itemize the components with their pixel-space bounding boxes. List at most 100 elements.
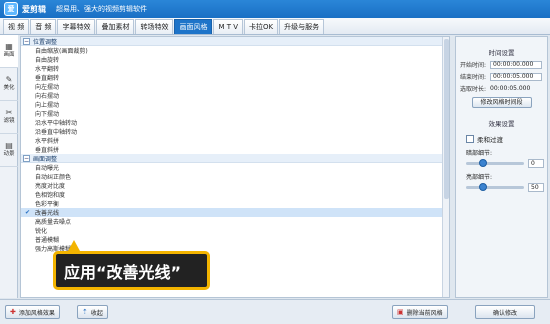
confirm-modify-button[interactable]: 确认修改 (475, 305, 535, 319)
end-time-label: 结束时间: (460, 74, 487, 81)
delete-style-label: 删除当前风格 (406, 309, 443, 317)
style-list-item-label: 色相饱和度 (35, 192, 66, 199)
app-logo-icon: 爱 (4, 2, 18, 16)
style-list-item[interactable]: 沿水平中轴转动 (21, 118, 449, 127)
style-list-item[interactable]: 自由缩放(画面裁剪) (21, 46, 449, 55)
style-list-item[interactable]: 向上摆动 (21, 100, 449, 109)
collapse-group-icon[interactable]: − (23, 154, 30, 162)
sidebar-icon: ✎ (5, 75, 13, 85)
style-list-item-label: 自由旋转 (35, 57, 60, 64)
soft-transition-row[interactable]: 柔和过渡 (456, 134, 547, 144)
bright-detail-slider[interactable] (466, 183, 524, 191)
collapse-button[interactable]: ⇡ 收起 (77, 305, 108, 319)
menu-tab[interactable]: 画面风格 (174, 19, 213, 34)
sidebar-label: 动景 (3, 151, 15, 158)
duration-label: 选取时长: (460, 86, 487, 93)
start-time-field[interactable]: 00:00:00.000 (490, 60, 542, 69)
style-list-item[interactable]: 垂直斜拼 (21, 145, 449, 154)
sidebar-item[interactable]: ✎ 美化 (0, 68, 18, 101)
style-list-item-label: 水平翻转 (35, 66, 60, 73)
soft-transition-checkbox[interactable] (466, 135, 474, 143)
add-icon: ✚ (10, 308, 16, 316)
dark-detail-input[interactable]: 0 (528, 159, 544, 168)
style-list-item[interactable]: 自动纠正颜色 (21, 172, 449, 181)
style-list-item[interactable]: 垂直翻转 (21, 73, 449, 82)
main-menu-tabs: 视 频音 频字幕特效 叠加素材 转场特效 画面风格 M T V 卡拉OK 升级与服务 (0, 18, 550, 35)
style-list-item[interactable]: 自动曝光 (21, 163, 449, 172)
style-list-item[interactable]: 亮度对比度 (21, 181, 449, 190)
style-list-item-label: 自由缩放(画面裁剪) (35, 48, 88, 55)
sidebar-label: 美化 (3, 85, 15, 92)
style-list-item-label: 垂直翻转 (35, 75, 60, 82)
collapse-group-icon[interactable]: − (23, 37, 30, 45)
style-list-item[interactable]: 水平翻转 (21, 64, 449, 73)
style-list-item[interactable]: 高质量去噪点 (21, 217, 449, 226)
start-time-label: 开始时间: (460, 62, 487, 69)
style-list-item[interactable]: ✔ 改善光线 (21, 208, 449, 217)
sidebar-item[interactable]: ✂ 滤镜 (0, 101, 18, 134)
menu-tab[interactable]: 转场特效 (135, 19, 174, 34)
app-slogan: 超易用、强大的视频剪辑软件 (56, 5, 147, 13)
style-list-item[interactable]: 向左摆动 (21, 82, 449, 91)
bright-detail-label: 亮部细节: (466, 174, 493, 181)
menu-tab[interactable]: 升级与服务 (279, 19, 325, 34)
style-list-item-label: 色彩平衡 (35, 201, 60, 208)
style-list: − 位置调整自由缩放(画面裁剪) 自由旋转水平翻转垂直翻转向左摆动 向右摆动向上摆动向… (21, 37, 449, 253)
bright-detail-slider-knob[interactable] (479, 183, 488, 191)
bottom-toolbar: ✚ 添加风格效果 ⇡ 收起 ▣ 删除当前风格 确认修改 (0, 299, 550, 324)
style-list-item[interactable]: 水平斜拼 (21, 136, 449, 145)
sidebar-item[interactable]: ▦ 画面 (0, 35, 18, 68)
collapse-label: 收起 (90, 309, 103, 317)
scrollbar-thumb[interactable] (444, 39, 449, 199)
dark-detail-slider-knob[interactable] (479, 159, 488, 167)
style-list-item[interactable]: 锐化 (21, 226, 449, 235)
style-list-item-label: 自动曝光 (35, 165, 60, 172)
effect-settings-title: 效果设置 (488, 120, 515, 128)
style-list-item-label: 向左摆动 (35, 84, 60, 91)
bright-detail-input[interactable]: 50 (528, 183, 544, 192)
style-list-item[interactable]: 自由旋转 (21, 55, 449, 64)
group-header[interactable]: − 画面调整 (21, 154, 449, 163)
group-header[interactable]: − 位置调整 (21, 37, 449, 46)
time-settings-title: 时间设置 (488, 49, 515, 57)
left-sidebar: ▦ 画面 ✎ 美化 ✂ 滤镜 ▤ 动景 (0, 35, 18, 298)
app-name: 爱剪辑 (22, 4, 46, 14)
apply-callout: 应用“改善光线” (53, 251, 210, 290)
list-scrollbar[interactable] (442, 37, 449, 297)
menu-tab[interactable]: 字幕特效 (57, 19, 96, 34)
style-list-item-label: 自动纠正颜色 (35, 174, 72, 181)
end-time-field[interactable]: 00:00:05.000 (490, 72, 542, 81)
dark-detail-slider[interactable] (466, 159, 524, 167)
style-list-item[interactable]: 色相饱和度 (21, 190, 449, 199)
modify-time-button[interactable]: 修改风格时间段 (471, 97, 532, 108)
style-list-item[interactable]: 沿垂直中轴转动 (21, 127, 449, 136)
sidebar-label: 滤镜 (3, 118, 15, 125)
menu-tab[interactable]: 叠加素材 (96, 19, 135, 34)
dark-detail-row: 0 (456, 159, 547, 168)
style-list-item[interactable]: 色彩平衡 (21, 199, 449, 208)
delete-icon: ▣ (397, 308, 404, 316)
delete-style-button[interactable]: ▣ 删除当前风格 (392, 305, 448, 319)
style-list-item-label: 沿垂直中轴转动 (35, 129, 78, 136)
menu-tab[interactable]: 卡拉OK (244, 19, 279, 34)
collapse-icon: ⇡ (82, 308, 88, 316)
menu-tab[interactable]: M T V (213, 19, 244, 34)
style-list-item-label: 亮度对比度 (35, 183, 66, 190)
style-list-item-label: 向上摆动 (35, 102, 60, 109)
add-style-button[interactable]: ✚ 添加风格效果 (5, 305, 60, 319)
bright-detail-row: 50 (456, 183, 547, 192)
style-list-item-label: 锐化 (35, 228, 48, 235)
style-list-item[interactable]: 向右摆动 (21, 91, 449, 100)
menu-tab[interactable]: 音 频 (30, 19, 57, 34)
style-list-item[interactable]: 向下摆动 (21, 109, 449, 118)
soft-transition-label: 柔和过渡 (477, 136, 503, 144)
menu-tab[interactable]: 视 频 (3, 19, 30, 34)
style-list-item-label: 水平斜拼 (35, 138, 60, 145)
sidebar-item[interactable]: ▤ 动景 (0, 134, 18, 167)
title-bar: 爱 爱剪辑 超易用、强大的视频剪辑软件 (0, 0, 550, 18)
add-style-label: 添加风格效果 (18, 309, 55, 317)
style-list-item-label: 高质量去噪点 (35, 219, 72, 226)
sidebar-icon: ▦ (5, 42, 13, 52)
style-list-item[interactable]: 普通模糊 (21, 235, 449, 244)
confirm-modify-label: 确认修改 (492, 309, 517, 317)
